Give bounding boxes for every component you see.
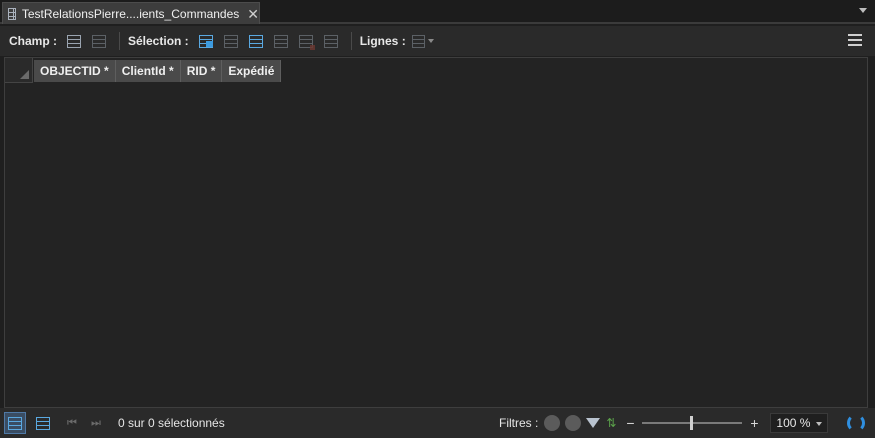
tab-overflow-chevron-down-icon[interactable] (859, 8, 867, 13)
chevron-down-icon (427, 39, 434, 43)
last-record-icon[interactable]: ⏭ (86, 417, 106, 430)
first-record-icon[interactable]: ⏮ (62, 417, 82, 430)
rows-options-icon (411, 34, 425, 48)
add-field-button[interactable] (63, 30, 85, 52)
rows-options-button[interactable] (411, 30, 434, 52)
select-by-attributes-button[interactable] (195, 30, 217, 52)
hamburger-menu-icon[interactable] (848, 34, 862, 46)
clear-selection-icon (273, 34, 288, 48)
column-header-objectid[interactable]: OBJECTID * (34, 60, 116, 82)
selection-label: Sélection : (128, 34, 189, 48)
calculate-field-icon (92, 34, 106, 48)
switch-selection-icon (248, 34, 263, 48)
zoom-level-select[interactable]: 100 % (770, 413, 829, 433)
attribute-table-toolbar: Champ : Sélection : Lignes : (0, 26, 875, 56)
column-header-clientid[interactable]: ClientId * (115, 60, 181, 82)
column-header-rid[interactable]: RID * (180, 60, 223, 82)
copy-selection-button[interactable] (320, 30, 342, 52)
add-field-icon (67, 34, 81, 48)
zoom-slider[interactable] (642, 416, 743, 430)
switch-selection-button[interactable] (245, 30, 267, 52)
clear-selection-button[interactable] (270, 30, 292, 52)
toolbar-divider (350, 32, 352, 50)
zoom-to-selection-button[interactable] (220, 30, 242, 52)
toolbar-divider (119, 32, 120, 50)
tab-strip: TestRelationsPierre....ients_Commandes ✕ (0, 0, 875, 24)
zoom-to-selection-icon (223, 34, 238, 48)
select-by-attributes-icon (198, 34, 213, 48)
chevron-down-icon (816, 422, 823, 426)
refresh-icon[interactable] (847, 414, 865, 432)
time-filter-icon[interactable] (544, 415, 561, 431)
show-all-records-button[interactable] (4, 412, 26, 434)
close-icon[interactable]: ✕ (247, 7, 259, 21)
filters-group: Filtres : ⇅ − + 100 % (499, 408, 829, 438)
column-header-expedie[interactable]: Expédié (222, 60, 282, 82)
zoom-out-button[interactable]: − (624, 415, 636, 431)
lignes-label: Lignes : (359, 34, 406, 48)
zoom-in-button[interactable]: + (748, 415, 760, 431)
filters-label: Filtres : (499, 416, 539, 430)
zoom-slider-thumb[interactable] (690, 416, 694, 430)
show-selected-records-button[interactable] (32, 412, 54, 434)
selection-count: 0 sur 0 sélectionnés (118, 416, 225, 430)
select-all-corner[interactable] (5, 58, 33, 83)
sort-icon[interactable]: ⇅ (606, 416, 616, 430)
selected-records-icon (36, 416, 50, 430)
attribute-table-grid[interactable]: OBJECTID * ClientId * RID * Expédié (4, 57, 868, 408)
delete-selection-icon (298, 34, 315, 50)
range-filter-icon[interactable] (565, 415, 582, 431)
filter-funnel-icon[interactable] (586, 418, 601, 428)
delete-selection-button[interactable] (295, 30, 317, 52)
zoom-level-value: 100 % (776, 416, 811, 430)
tab-title: TestRelationsPierre....ients_Commandes (21, 6, 240, 21)
table-icon (8, 7, 16, 20)
column-header-row: OBJECTID * ClientId * RID * Expédié (34, 60, 282, 82)
champ-label: Champ : (9, 34, 57, 48)
status-bar: ⏮ ⏭ 0 sur 0 sélectionnés Filtres : ⇅ − +… (0, 408, 875, 438)
tab-table-view[interactable]: TestRelationsPierre....ients_Commandes ✕ (2, 2, 260, 24)
copy-selection-icon (323, 34, 338, 48)
all-records-icon (8, 416, 22, 430)
calculate-field-button[interactable] (88, 30, 110, 52)
